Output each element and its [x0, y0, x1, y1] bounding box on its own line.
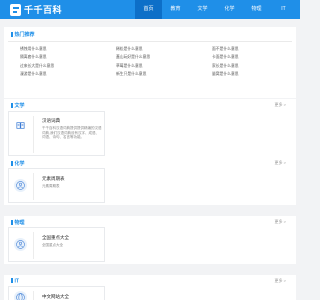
section-title: 物理	[11, 219, 25, 226]
nav-chemistry[interactable]: 化学	[216, 0, 243, 19]
hot-title: 热门推荐	[11, 31, 35, 38]
hot-link[interactable]: 蓋山玩好是什么意思	[116, 55, 212, 60]
nav-it[interactable]: IT	[270, 0, 297, 19]
person-icon	[14, 238, 27, 251]
site-logo[interactable]: 千千百科	[10, 3, 62, 16]
section-physics: 物理 更多 > 全国重点大全 全国重点大全	[4, 216, 296, 264]
hot-link[interactable]: 家长是什么意思	[212, 64, 286, 69]
divider	[33, 116, 34, 153]
hot-link[interactable]: 新生只是什么意思	[116, 72, 212, 77]
more-link[interactable]: 更多 >	[275, 102, 286, 108]
hot-recommendations-panel: 热门推荐 锈蚀用什么意思 稀松是什么意思 面不是什么意思 隔离套什么意思 蓋山玩…	[4, 27, 296, 98]
item-name: 全国重点大全	[42, 235, 69, 240]
divider	[33, 173, 34, 200]
item-description: 元素周期表	[42, 184, 60, 188]
nav-literature[interactable]: 文学	[189, 0, 216, 19]
nav-physics[interactable]: 物理	[243, 0, 270, 19]
nav-home[interactable]: 首页	[135, 0, 162, 19]
hot-link[interactable]: 面不是什么意思	[212, 47, 286, 52]
person-icon	[14, 179, 27, 192]
nav-education[interactable]: 教育	[162, 0, 189, 19]
more-link[interactable]: 更多 >	[275, 160, 286, 166]
item-card-dictionary[interactable]: 汉语词典 千千百科汉语词典提供提供精编的汉语词典,我们汉语词典设有汉字、成语、词…	[8, 111, 105, 156]
item-card-schools[interactable]: 全国重点大全 全国重点大全	[8, 227, 105, 262]
hot-link[interactable]: 过来长大是什么意思	[20, 64, 116, 69]
brand-name: 千千百科	[24, 5, 63, 15]
globe-icon	[14, 291, 27, 300]
more-link[interactable]: 更多 >	[275, 219, 286, 225]
book-icon	[14, 119, 27, 132]
hot-link[interactable]: 隔离套什么意思	[20, 55, 116, 60]
item-card-websites[interactable]: 中文网站大全	[8, 286, 105, 300]
logo-icon	[10, 3, 21, 16]
divider	[33, 232, 34, 259]
item-name: 元素周期表	[42, 176, 65, 181]
item-name: 中文网站大全	[42, 294, 69, 299]
hot-link[interactable]: 漫游是什么意思	[20, 72, 116, 77]
item-description: 千千百科汉语词典提供提供精编的汉语词典,我们汉语词典设有汉字、成语、词语、诗句、…	[42, 126, 102, 140]
section-title: 文学	[11, 102, 25, 109]
hot-link[interactable]: 量窝是什么意思	[212, 72, 286, 77]
hot-link[interactable]: 锈蚀用什么意思	[20, 47, 116, 52]
item-name: 汉语词典	[42, 118, 60, 123]
item-card-periodic-table[interactable]: 元素周期表 元素周期表	[8, 168, 105, 203]
divider	[33, 291, 34, 300]
more-link[interactable]: 更多 >	[275, 278, 286, 284]
divider	[8, 41, 292, 42]
section-title: IT	[11, 278, 19, 285]
main-nav: 首页 教育 文学 化学 物理 IT	[135, 0, 297, 19]
item-description: 全国重点大全	[42, 243, 63, 247]
hot-link[interactable]: 卡面是什么意思	[212, 55, 286, 60]
section-title: 化学	[11, 160, 25, 167]
hot-link[interactable]: 草莓是什么意思	[116, 64, 212, 69]
section-literature: 文学 更多 > 汉语词典 千千百科汉语词典提供提供精编的汉语词典,我们汉语词典设…	[4, 99, 296, 159]
hot-link[interactable]: 稀松是什么意思	[116, 47, 212, 52]
top-header: 千千百科 首页 教育 文学 化学 物理 IT	[0, 0, 300, 19]
hot-links-grid: 锈蚀用什么意思 稀松是什么意思 面不是什么意思 隔离套什么意思 蓋山玩好是什么意…	[20, 47, 286, 77]
section-it: IT 更多 > 中文网站大全	[4, 275, 296, 300]
section-chemistry: 化学 更多 > 元素周期表 元素周期表	[4, 157, 296, 205]
